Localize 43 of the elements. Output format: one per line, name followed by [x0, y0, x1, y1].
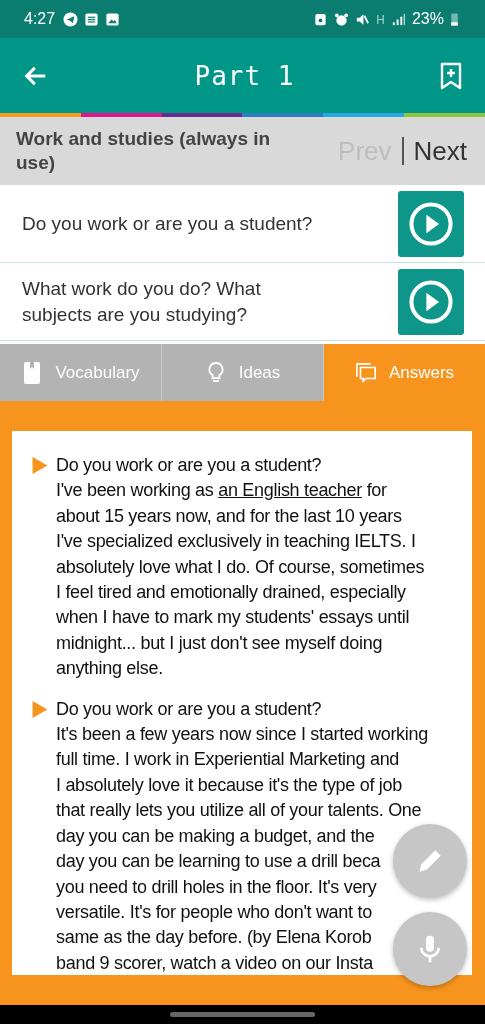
battery-percent: 23% — [411, 10, 444, 28]
tab[interactable]: Answers — [324, 344, 485, 401]
answer-line: versatile. It's for people who don't want to — [56, 900, 372, 924]
next-button[interactable]: Next — [413, 135, 467, 167]
telegram-icon — [63, 11, 79, 27]
triangle-icon — [32, 457, 48, 475]
question-text: What work do you do? What subjects are you studying? — [22, 276, 262, 327]
answer-line: I absolutely love it because it's the type of job — [56, 773, 402, 797]
answer-line: band 9 scorer, watch a video on our Insta — [56, 951, 373, 975]
answer-line: day you can be making a budget, and the — [56, 824, 375, 848]
bookmark-add-icon[interactable] — [439, 60, 463, 91]
document-icon — [84, 11, 100, 27]
screen-title: Part 1 — [193, 60, 296, 91]
answer-line: I feel tired and emotionally drained, especially — [56, 581, 406, 605]
status-time: 4:27 — [24, 10, 56, 28]
play-button[interactable] — [398, 190, 464, 257]
answer-line: It's been a few years now since I started working — [56, 723, 428, 747]
answer-question: Do you work or are you a student? — [56, 697, 322, 721]
answer-line: absolutely love what I do. Of course, sometimes — [56, 555, 425, 579]
signal-icon — [390, 11, 406, 27]
image-icon — [105, 11, 121, 27]
answer-line: that really lets you utilize all of your talents. One — [56, 799, 422, 823]
answer-line: about 15 years now, and for the last 10 years — [56, 504, 402, 528]
answer-line: I've specialized exclusively in teaching IELTS. I — [56, 530, 416, 554]
answer-line: same as the day before. (by Elena Korob — [56, 926, 372, 950]
answer-line: anything else. — [56, 657, 163, 681]
answer-line: when I have to mark my students' essays until — [56, 606, 410, 630]
answer-line: you need to drill holes in the floor. It's very — [56, 875, 377, 899]
play-button[interactable] — [398, 268, 464, 335]
answer-line: full time. I work in Experiential Marketing and — [56, 748, 400, 772]
answer-line: I've been working as an English teacher for — [56, 479, 387, 503]
answer-line: midnight... but I just don't see myself doing — [56, 631, 383, 655]
home-handle[interactable] — [170, 1012, 315, 1017]
question-text: Do you work or are you a student? — [22, 211, 314, 236]
triangle-icon — [32, 700, 48, 718]
battery-icon — [450, 11, 459, 27]
topic-title: Work and studies (always in use) — [16, 127, 272, 175]
play-icon — [408, 278, 454, 325]
play-icon — [408, 200, 454, 247]
vocabulary-link[interactable]: an English teacher — [218, 480, 362, 501]
chat-bubbles-icon — [354, 360, 377, 385]
answer-line: day you can be learning to use a drill beca — [56, 850, 381, 874]
answer-question: Do you work or are you a student? — [56, 454, 322, 477]
